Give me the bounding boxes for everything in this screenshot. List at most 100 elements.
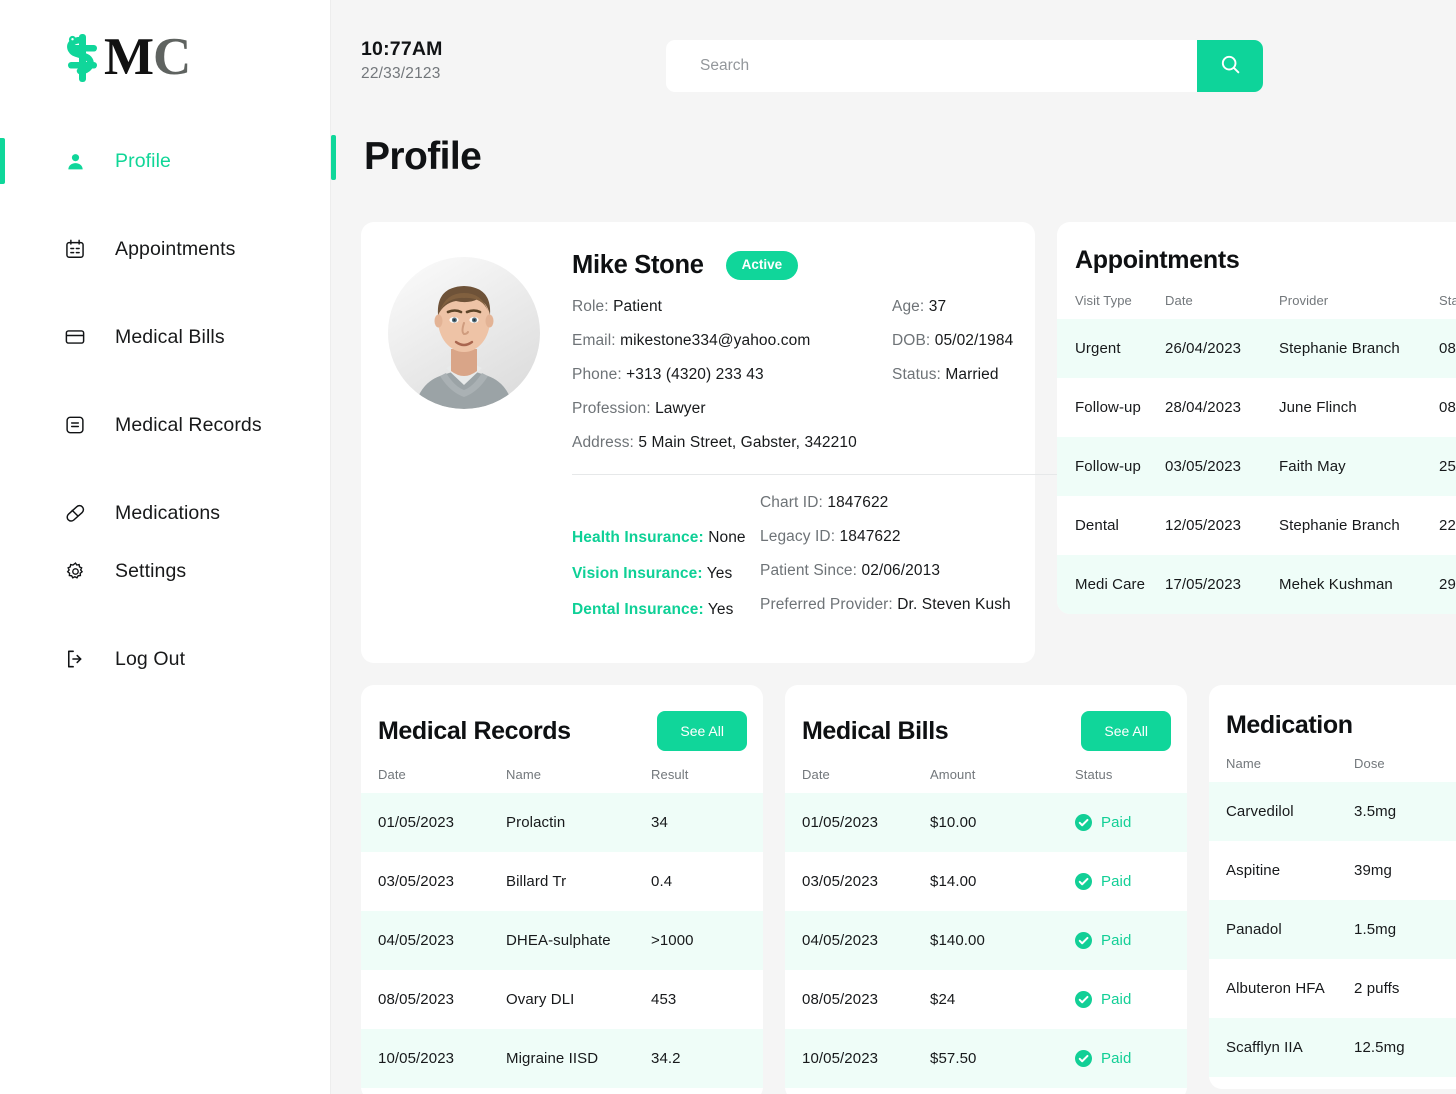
cell-provider: Stephanie Branch xyxy=(1279,340,1400,357)
column-provider: Provider xyxy=(1279,293,1329,308)
see-all-bills-button[interactable]: See All xyxy=(1081,711,1171,751)
table-row[interactable]: 08/05/2023 $24 Paid xyxy=(785,970,1187,1029)
logo[interactable]: MC xyxy=(0,0,330,122)
field-profession: Profession: Lawyer xyxy=(572,400,892,418)
sidebar-item-medical-bills[interactable]: Medical Bills xyxy=(0,308,330,366)
sidebar-item-medications[interactable]: Medications xyxy=(0,484,330,542)
cell-date: 03/05/2023 xyxy=(802,873,879,890)
profile-lower: Health Insurance: None Vision Insurance:… xyxy=(572,494,1122,637)
cell-amount: $14.00 xyxy=(930,873,977,890)
see-all-records-button[interactable]: See All xyxy=(657,711,747,751)
sidebar-item-settings[interactable]: Settings xyxy=(0,542,330,600)
cell-visit-type: Dental xyxy=(1075,517,1119,534)
cell-date: 10/05/2023 xyxy=(378,1050,455,1067)
cell-status: Paid xyxy=(1075,852,1187,911)
cell-dose: 3.5mg xyxy=(1354,803,1397,820)
table-row[interactable]: 08/05/2023 Ovary DLI 453 xyxy=(361,970,763,1029)
main-content: 10:77AM 22/33/2123 Profile xyxy=(331,0,1456,1094)
table-row[interactable]: Dental 12/05/2023 Stephanie Branch 22/0 xyxy=(1057,496,1456,555)
table-row[interactable]: Urgent 26/04/2023 Stephanie Branch 08/0 xyxy=(1057,319,1456,378)
table-row[interactable]: 10/05/2023 Migraine IISD 34.2 xyxy=(361,1029,763,1088)
field-dental-insurance: Dental Insurance: Yes xyxy=(572,601,760,619)
medical-records-card: Medical Records See All Date Name Result xyxy=(361,685,763,1094)
cell-dose: 39mg xyxy=(1354,862,1392,879)
table-row[interactable]: Aspitine 39mg xyxy=(1209,841,1456,900)
cell-date: 03/05/2023 xyxy=(1165,458,1242,475)
table-row[interactable]: 10/05/2023 $57.50 Paid xyxy=(785,1029,1187,1088)
cell-date: 08/05/2023 xyxy=(802,991,879,1008)
field-address: Address: 5 Main Street, Gabster, 342210 xyxy=(572,434,892,452)
column-name: Name xyxy=(1226,756,1262,771)
cell-provider: Mehek Kushman xyxy=(1279,576,1393,593)
page-header: Profile xyxy=(331,122,1456,192)
column-dose: Dose xyxy=(1354,756,1385,771)
table-row[interactable]: Follow-up 03/05/2023 Faith May 25/0 xyxy=(1057,437,1456,496)
cell-name: Panadol xyxy=(1226,921,1282,938)
credit-card-icon xyxy=(63,325,87,349)
field-value: 1847622 xyxy=(827,494,889,511)
cell-name: Aspitine xyxy=(1226,862,1281,879)
dashboard-content: Mike Stone Active Role: Patient Email: m… xyxy=(331,192,1456,1094)
current-date: 22/33/2123 xyxy=(361,65,441,82)
column-date: Date xyxy=(802,767,830,782)
table-row[interactable]: 01/05/2023 Prolactin 34 xyxy=(361,793,763,852)
field-health-insurance: Health Insurance: None xyxy=(572,529,760,547)
field-email: Email: mikestone334@yahoo.com xyxy=(572,332,892,350)
table-row[interactable]: 04/05/2023 $140.00 Paid xyxy=(785,911,1187,970)
top-row: Mike Stone Active Role: Patient Email: m… xyxy=(361,222,1456,663)
medical-bills-header: Medical Bills See All xyxy=(785,711,1187,751)
topbar: 10:77AM 22/33/2123 xyxy=(331,0,1456,122)
table-row[interactable]: 03/05/2023 $14.00 Paid xyxy=(785,852,1187,911)
search-button[interactable] xyxy=(1197,40,1263,92)
sidebar-item-label: Appointments xyxy=(115,237,236,260)
sidebar-item-appointments[interactable]: Appointments xyxy=(0,220,330,278)
column-visit-type: Visit Type xyxy=(1075,293,1132,308)
check-circle-icon xyxy=(1075,991,1092,1008)
table-row[interactable]: Albuteron HFA 2 puffs xyxy=(1209,959,1456,1018)
column-date: Date xyxy=(378,767,406,782)
cell-provider: Faith May xyxy=(1279,458,1346,475)
field-key: Profession: xyxy=(572,400,651,417)
table-row[interactable]: Panadol 1.5mg xyxy=(1209,900,1456,959)
field-role: Role: Patient xyxy=(572,298,892,316)
field-vision-insurance: Vision Insurance: Yes xyxy=(572,565,760,583)
field-key: Age: xyxy=(892,298,925,315)
cell-date: 26/04/2023 xyxy=(1165,340,1242,357)
table-row[interactable]: 01/05/2023 $10.00 Paid xyxy=(785,793,1187,852)
cell-name: Ovary DLI xyxy=(506,991,575,1008)
table-row[interactable]: Medi Care 17/05/2023 Mehek Kushman 29/0 xyxy=(1057,555,1456,614)
column-status: Statu xyxy=(1439,293,1456,308)
cell-name: Carvedilol xyxy=(1226,803,1294,820)
magnifier-icon xyxy=(1219,53,1242,79)
logout-icon xyxy=(63,647,87,671)
table-row[interactable]: Scafflyn IIA 12.5mg xyxy=(1209,1018,1456,1077)
cell-dose: 1.5mg xyxy=(1354,921,1397,938)
field-key: Phone: xyxy=(572,366,622,383)
table-row[interactable]: Follow-up 28/04/2023 June Flinch 08/0 xyxy=(1057,378,1456,437)
cell-result: 34 xyxy=(651,814,668,831)
sidebar-item-logout[interactable]: Log Out xyxy=(0,630,330,688)
column-amount: Amount xyxy=(930,767,976,782)
cell-provider: June Flinch xyxy=(1279,399,1357,416)
table-row[interactable]: 03/05/2023 Billard Tr 0.4 xyxy=(361,852,763,911)
cell-date: 01/05/2023 xyxy=(802,814,879,831)
logo-letter-c: C xyxy=(153,27,191,86)
field-value: 5 Main Street, Gabster, 342210 xyxy=(638,434,857,451)
column-result: Result xyxy=(651,767,689,782)
sidebar-item-profile[interactable]: Profile xyxy=(0,132,330,190)
cell-visit-type: Follow-up xyxy=(1075,399,1141,416)
table-row[interactable]: Carvedilol 3.5mg xyxy=(1209,782,1456,841)
check-circle-icon xyxy=(1075,1050,1092,1067)
cell-visit-type: Follow-up xyxy=(1075,458,1141,475)
cell-provider: Stephanie Branch xyxy=(1279,517,1400,534)
table-row[interactable]: 04/05/2023 DHEA-sulphate >1000 xyxy=(361,911,763,970)
profile-name-row: Mike Stone Active xyxy=(572,251,1122,280)
cell-date: 12/05/2023 xyxy=(1165,517,1242,534)
cell-amount: $24 xyxy=(930,991,956,1008)
field-value: 02/06/2013 xyxy=(861,562,941,579)
medical-bills-card: Medical Bills See All Date Amount Status xyxy=(785,685,1187,1094)
sidebar-item-medical-records[interactable]: Medical Records xyxy=(0,396,330,454)
search-input[interactable] xyxy=(666,40,1197,92)
